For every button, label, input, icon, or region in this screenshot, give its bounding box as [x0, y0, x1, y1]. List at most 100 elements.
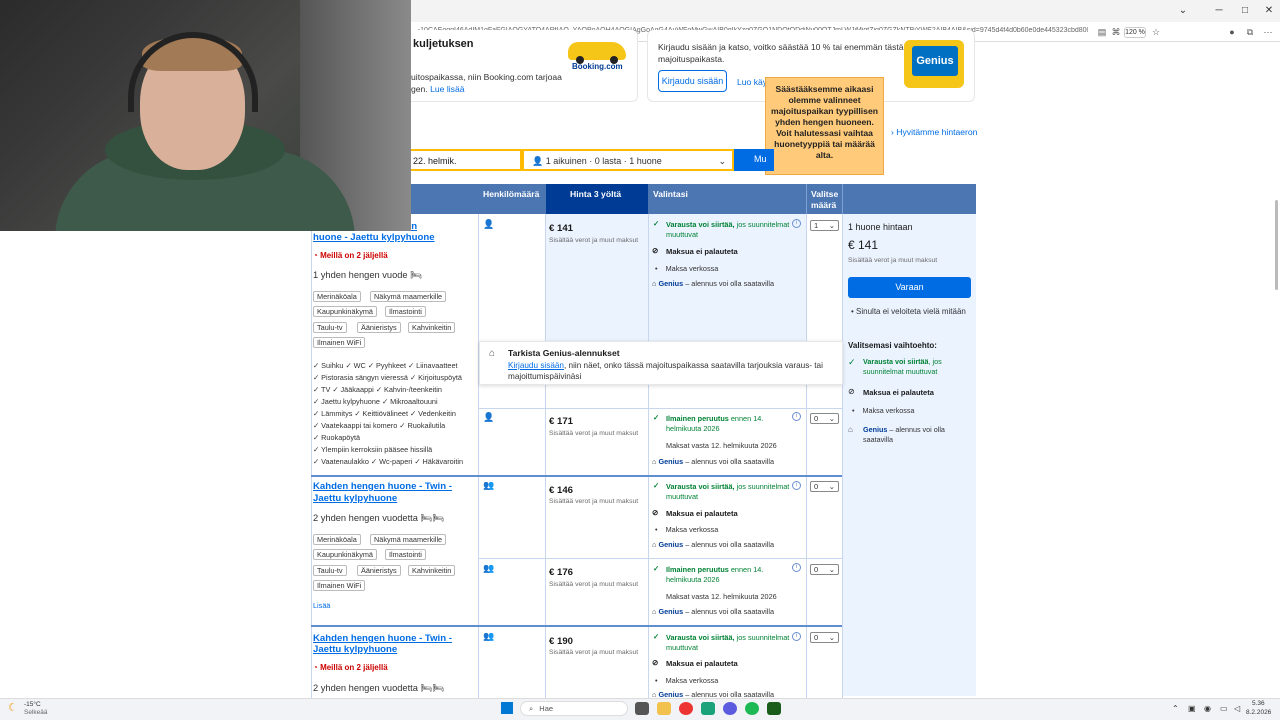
volume-icon[interactable]: ◁ [1234, 704, 1240, 713]
table-border [311, 231, 312, 698]
car-read-more-link[interactable]: Lue lisää [430, 84, 464, 94]
facility-chip: Taulu-tv [313, 322, 347, 333]
quantity-select[interactable]: 0 ⌄ [810, 413, 839, 424]
reserve-button[interactable]: Varaan [848, 277, 971, 298]
weather-icon[interactable]: ☾ [8, 701, 18, 714]
zoom-indicator[interactable]: 120 % [1124, 27, 1146, 38]
tray-chevron-icon[interactable]: ⌃ [1172, 704, 1179, 713]
room-3-title[interactable]: Kahden hengen huone - Twin - [313, 633, 452, 644]
translate-icon[interactable]: ⌘ [1110, 26, 1122, 38]
search-button[interactable]: Mu [734, 149, 774, 171]
info-icon[interactable]: i [792, 219, 801, 228]
maximize-button[interactable]: □ [1238, 4, 1252, 18]
header-choices: Valintasi [653, 189, 688, 199]
check-icon: ✓ [653, 481, 660, 490]
room-2-beds: 2 yhden hengen vuodetta 🛏🛏 [313, 513, 445, 523]
pay-later-text: Maksat vasta 12. helmikuuta 2026 [666, 592, 777, 601]
facility-chip: Ilmastointi [385, 549, 426, 560]
genius-popup-text: Kirjaudu sisään, niin näet, onko tässä m… [508, 361, 823, 381]
room-2-title-2[interactable]: Jaettu kylpyhuone [313, 493, 397, 504]
chevron-right-icon: › [891, 127, 894, 137]
webcam-overlay [0, 0, 411, 231]
header-price[interactable]: Hinta 3 yöltä [565, 184, 645, 214]
date-field[interactable]: 22. helmik. [411, 149, 522, 171]
quantity-select[interactable]: 0 ⌄ [810, 481, 839, 492]
extensions-icon[interactable]: ⧉ [1244, 26, 1256, 38]
quantity-select[interactable]: 0 ⌄ [810, 632, 839, 643]
profile-icon[interactable]: ● [1226, 26, 1238, 38]
no-refund-text: Maksua ei palauteta [666, 659, 738, 668]
genius-card-text-2: majoituspaikasta. [658, 54, 725, 64]
terminal-icon[interactable] [767, 702, 781, 715]
tag-icon: ⌂ [848, 425, 853, 434]
facility-line: ✓ Vaatenaulakko ✓ Wc-paperi ✓ Häkävaroit… [313, 457, 464, 466]
room-2-title[interactable]: Kahden hengen huone - Twin - [313, 481, 452, 492]
network-icon[interactable]: ▭ [1220, 704, 1228, 713]
info-icon[interactable]: i [792, 412, 801, 421]
facility-line: ✓ Ruokapöytä [313, 433, 361, 442]
person-icon: 👤 [532, 156, 544, 166]
chevron-down-icon: ⌄ [828, 482, 835, 491]
option-price-sub: Sisältää verot ja muut maksut [549, 237, 639, 244]
tag-icon: ⌂ [652, 540, 657, 549]
reserve-no-refund: Maksua ei palauteta [863, 388, 934, 397]
tray-app-icon[interactable]: ▣ [1188, 704, 1196, 713]
row-divider [478, 408, 842, 409]
minimize-button[interactable]: ─ [1212, 4, 1226, 18]
bookmark-star-icon[interactable]: ☆ [1150, 26, 1162, 38]
genius-discount: ⌂ Genius – alennus voi olla saatavilla [652, 607, 775, 616]
discord-icon[interactable] [723, 702, 737, 715]
tray-app-icon[interactable]: ◉ [1204, 704, 1211, 713]
no-refund-icon: ⊘ [848, 387, 855, 396]
price-match-link[interactable]: › Hyvitämme hintaeron [891, 127, 977, 137]
facility-line: ✓ Jaettu kylpyhuone ✓ Mikroaaltouuni [313, 397, 438, 406]
tab-dropdown-icon[interactable]: ⌄ [1176, 4, 1190, 18]
facility-chip: Äänieristys [357, 565, 401, 576]
tag-icon: ⌂ [652, 690, 657, 698]
app-icon[interactable] [701, 702, 715, 715]
spotify-icon[interactable] [745, 702, 759, 715]
clock-time[interactable]: 5.36 [1252, 700, 1265, 707]
header-guests: Henkilömäärä [483, 189, 540, 199]
reserve-flex-text: Varausta voi siirtää, jos suunnitelmat m… [863, 357, 942, 376]
taskbar-search[interactable]: ⌕ Hae [520, 701, 628, 716]
genius-login-link[interactable]: Kirjaudu sisään [508, 361, 564, 370]
option-price-sub: Sisältää verot ja muut maksut [549, 649, 639, 656]
info-icon[interactable]: i [792, 632, 801, 641]
room-3-title-2[interactable]: Jaettu kylpyhuone [313, 644, 397, 655]
header-divider [806, 184, 807, 214]
chevron-down-icon: ⌄ [828, 565, 835, 574]
start-icon[interactable] [501, 702, 513, 714]
facility-chip: Kahvinkeitin [408, 322, 456, 333]
single-guest-icon: 👤 [483, 412, 495, 422]
browser-icon[interactable] [679, 702, 693, 715]
facility-chip: Kaupunkinäkymä [313, 306, 377, 317]
check-icon: ✓ [848, 357, 856, 367]
page-scrollbar[interactable] [1275, 200, 1278, 290]
guests-field[interactable]: 👤 1 aikuinen · 0 lasta · 1 huone ⌄ [522, 149, 734, 171]
facility-chip: Ilmastointi [385, 306, 426, 317]
weather-text[interactable]: Selkeää [24, 709, 48, 716]
info-icon[interactable]: i [792, 563, 801, 572]
genius-logo: Genius [912, 46, 958, 76]
facility-line: ✓ Pistorasia sängyn vieressä ✓ Kirjoitus… [313, 373, 462, 382]
facility-line: ✓ Vaatekaappi tai komero ✓ Ruokailutila [313, 421, 446, 430]
info-icon[interactable]: i [792, 481, 801, 490]
close-window-button[interactable]: ✕ [1262, 4, 1276, 18]
room-divider [311, 475, 842, 477]
quantity-select[interactable]: 1 ⌄ [810, 220, 839, 231]
reserve-price: € 141 [848, 238, 879, 252]
create-account-link[interactable]: Luo käy [737, 77, 767, 87]
more-facilities-link[interactable]: Lisää [313, 601, 330, 610]
genius-discount: ⌂ Genius – alennus voi olla saatavilla [652, 540, 775, 549]
clock-date[interactable]: 8.2.2026 [1246, 709, 1271, 716]
reader-icon[interactable]: ▤ [1096, 26, 1108, 38]
task-view-icon[interactable] [635, 702, 649, 715]
tag-icon: ⌂ [652, 457, 657, 466]
quantity-select[interactable]: 0 ⌄ [810, 564, 839, 575]
room-1-title[interactable]: huone - Jaettu kylpyhuone [313, 232, 435, 243]
weather-temp[interactable]: -15°C [24, 701, 41, 708]
menu-icon[interactable]: ⋯ [1262, 26, 1274, 38]
login-button[interactable]: Kirjaudu sisään [658, 70, 727, 92]
file-explorer-icon[interactable] [657, 702, 671, 715]
